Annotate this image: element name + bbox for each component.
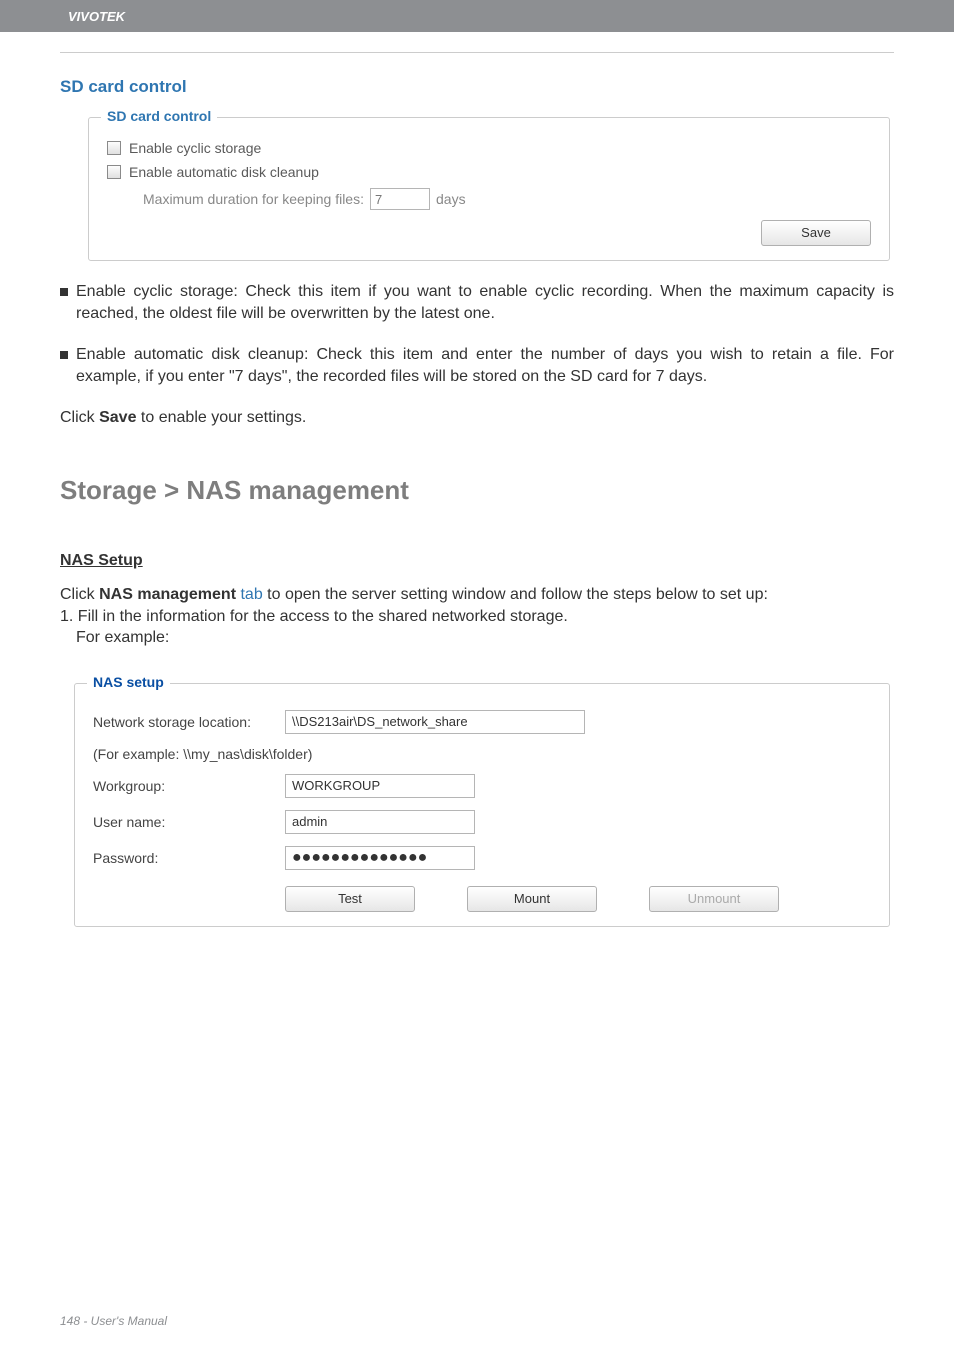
enable-cleanup-checkbox[interactable] <box>107 165 121 179</box>
bullet-cyclic: Enable cyclic storage: Check this item i… <box>60 281 894 324</box>
bullet-cyclic-text: Enable cyclic storage: Check this item i… <box>76 281 894 324</box>
nas-intro: Click NAS management tab to open the ser… <box>60 584 894 649</box>
page-footer: 148 - User's Manual <box>60 1314 167 1328</box>
nas-intro-d: to open the server setting window and fo… <box>263 586 768 603</box>
sd-section-title: SD card control <box>60 77 894 97</box>
nas-workgroup-input[interactable] <box>285 774 475 798</box>
save-instruction: Click Save to enable your settings. <box>60 407 894 429</box>
enable-cleanup-row: Enable automatic disk cleanup <box>107 164 871 180</box>
divider <box>60 52 894 53</box>
bullet-cleanup-text: Enable automatic disk cleanup: Check thi… <box>76 344 894 387</box>
nas-panel-legend: NAS setup <box>87 674 170 690</box>
nas-intro-tab: tab <box>236 586 263 603</box>
enable-cyclic-row: Enable cyclic storage <box>107 140 871 156</box>
save-instruction-a: Click <box>60 409 99 426</box>
nas-setup-heading: NAS Setup <box>60 552 894 570</box>
max-duration-label: Maximum duration for keeping files: <box>143 191 364 207</box>
page-header: VIVOTEK <box>0 0 954 32</box>
nas-username-input[interactable] <box>285 810 475 834</box>
nas-heading: Storage > NAS management <box>60 475 894 506</box>
nas-location-input[interactable] <box>285 710 585 734</box>
max-duration-input[interactable] <box>370 188 430 210</box>
nas-example-row: (For example: \\my_nas\disk\folder) <box>93 746 871 762</box>
enable-cyclic-checkbox[interactable] <box>107 141 121 155</box>
enable-cleanup-label: Enable automatic disk cleanup <box>129 164 319 180</box>
nas-step1: 1. Fill in the information for the acces… <box>60 608 568 625</box>
save-button[interactable]: Save <box>761 220 871 246</box>
nas-for-example: For example: <box>76 627 169 649</box>
sd-save-row: Save <box>107 220 871 246</box>
unmount-button: Unmount <box>649 886 779 912</box>
nas-workgroup-label: Workgroup: <box>93 778 285 794</box>
nas-location-row: Network storage location: <box>93 710 871 734</box>
nas-workgroup-row: Workgroup: <box>93 774 871 798</box>
save-instruction-b: Save <box>99 409 136 426</box>
page-content: SD card control SD card control Enable c… <box>0 77 954 927</box>
nas-username-label: User name: <box>93 814 285 830</box>
nas-example-text: (For example: \\my_nas\disk\folder) <box>93 746 312 762</box>
test-button[interactable]: Test <box>285 886 415 912</box>
sd-panel-legend: SD card control <box>101 108 217 124</box>
nas-button-row: Test Mount Unmount <box>285 886 871 912</box>
nas-location-label: Network storage location: <box>93 714 285 730</box>
bullet-square-icon <box>60 288 68 296</box>
nas-password-row: Password: ●●●●●●●●●●●●●● <box>93 846 871 870</box>
nas-password-label: Password: <box>93 850 285 866</box>
max-duration-row: Maximum duration for keeping files: days <box>143 188 871 210</box>
sd-card-control-panel: SD card control Enable cyclic storage En… <box>88 117 890 261</box>
save-instruction-c: to enable your settings. <box>136 409 306 426</box>
brand-label: VIVOTEK <box>68 9 125 24</box>
nas-setup-panel: NAS setup Network storage location: (For… <box>74 683 890 927</box>
nas-intro-a: Click <box>60 586 99 603</box>
enable-cyclic-label: Enable cyclic storage <box>129 140 261 156</box>
bullet-square-icon <box>60 351 68 359</box>
max-duration-unit: days <box>436 191 466 207</box>
mount-button[interactable]: Mount <box>467 886 597 912</box>
nas-password-input[interactable]: ●●●●●●●●●●●●●● <box>285 846 475 870</box>
nas-username-row: User name: <box>93 810 871 834</box>
bullet-cleanup: Enable automatic disk cleanup: Check thi… <box>60 344 894 387</box>
nas-intro-b: NAS management <box>99 586 236 603</box>
